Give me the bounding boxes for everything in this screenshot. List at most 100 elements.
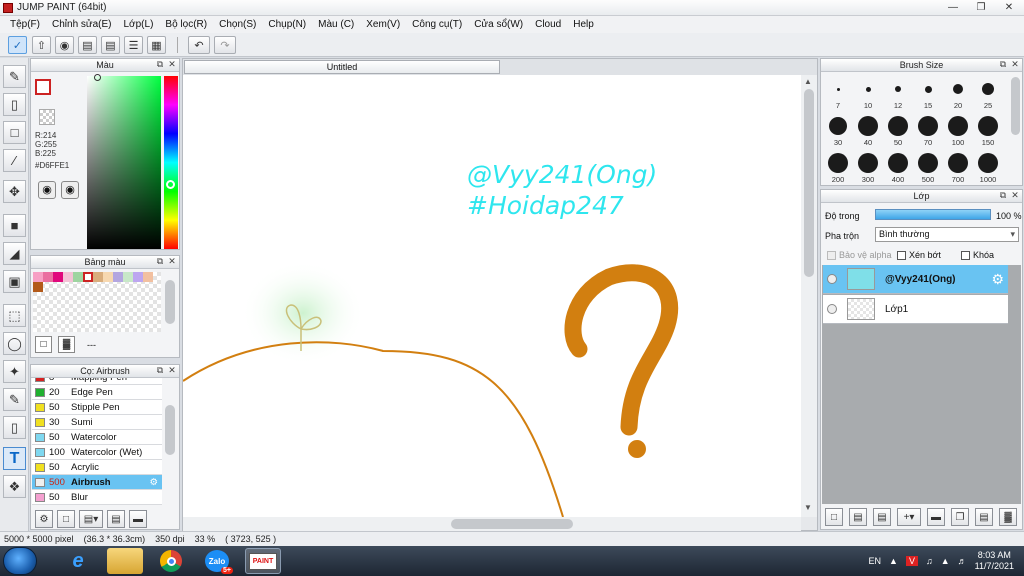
- menu-cloud[interactable]: Cloud: [529, 19, 567, 30]
- duplicate-layer-icon[interactable]: ❐: [951, 508, 969, 526]
- language-indicator[interactable]: EN: [869, 556, 882, 566]
- undo-icon[interactable]: ↶: [188, 36, 210, 54]
- network-icon[interactable]: ▲: [941, 556, 950, 566]
- palette-wheel-icon[interactable]: ◉: [38, 181, 56, 199]
- v-app-icon[interactable]: V: [905, 556, 918, 566]
- drawing-canvas[interactable]: @Vyy241(Ong) #Hoidap247: [183, 75, 801, 517]
- merge-layer-icon[interactable]: ▤: [975, 508, 993, 526]
- message-icon[interactable]: ▤: [78, 36, 97, 54]
- menu-help[interactable]: Help: [567, 19, 600, 30]
- menu-filter[interactable]: Bộ lọc(R): [159, 19, 213, 30]
- close-icon[interactable]: ✕: [167, 366, 177, 376]
- brush-size-option[interactable]: 15: [913, 77, 943, 110]
- palette-picker-icon[interactable]: ◉: [61, 181, 79, 199]
- clip-checkbox[interactable]: Xén bớt: [897, 250, 941, 260]
- menu-tools[interactable]: Công cụ(T): [406, 19, 468, 30]
- visibility-icon[interactable]: [827, 304, 837, 314]
- brush-size-option[interactable]: 50: [883, 114, 913, 147]
- palette-swatch[interactable]: [143, 272, 153, 282]
- brush-list-item[interactable]: 30 Sumi: [32, 415, 162, 430]
- folder-icon[interactable]: ▬: [927, 508, 945, 526]
- select-rect-tool-icon[interactable]: ⬚: [3, 304, 26, 327]
- brush-list-item[interactable]: 20 Edge Pen: [32, 385, 162, 400]
- brush-list-item[interactable]: 50 Blur: [32, 490, 162, 505]
- palette-swatch[interactable]: [113, 272, 123, 282]
- menu-color[interactable]: Màu (C): [312, 19, 360, 30]
- brush-size-option[interactable]: 25: [973, 77, 1003, 110]
- brush-settings-icon[interactable]: ⚙: [35, 510, 53, 528]
- volume-icon[interactable]: ♫: [926, 556, 933, 566]
- document-icon[interactable]: ▤: [101, 36, 120, 54]
- bucket-tool-icon[interactable]: ◢: [3, 242, 26, 265]
- brush-size-option[interactable]: 40: [853, 114, 883, 147]
- palette-swatch-grid[interactable]: [33, 272, 161, 332]
- saturation-value-field[interactable]: [87, 74, 161, 249]
- brush-size-option[interactable]: 400: [883, 151, 913, 184]
- undock-icon[interactable]: ⧉: [998, 60, 1008, 70]
- menu-file[interactable]: Tệp(F): [4, 19, 46, 30]
- tab-untitled[interactable]: Untitled: [184, 60, 500, 74]
- brush-size-option[interactable]: 200: [823, 151, 853, 184]
- undock-icon[interactable]: ⧉: [155, 366, 165, 376]
- select-pen-tool-icon[interactable]: ✎: [3, 388, 26, 411]
- text-tool-icon[interactable]: T: [3, 447, 26, 470]
- brush-list-item[interactable]: 8Mapping Pen: [32, 378, 162, 385]
- hue-slider[interactable]: [164, 76, 178, 249]
- brush-size-option[interactable]: 500: [913, 151, 943, 184]
- trash-icon[interactable]: ▓: [58, 336, 75, 353]
- clock[interactable]: 8:03 AM 11/7/2021: [975, 550, 1014, 572]
- brush-list-item[interactable]: 100 Watercolor (Wet): [32, 445, 162, 460]
- palette-swatch[interactable]: [133, 272, 143, 282]
- show-hidden-icons[interactable]: ▲: [889, 556, 898, 566]
- brush-size-option[interactable]: 30: [823, 114, 853, 147]
- close-icon[interactable]: ✕: [1010, 191, 1020, 201]
- menu-edit[interactable]: Chỉnh sửa(E): [46, 19, 118, 30]
- check-icon[interactable]: ✓: [8, 36, 27, 54]
- brush-size-option[interactable]: 150: [973, 114, 1003, 147]
- transparent-color-swatch[interactable]: [39, 109, 55, 125]
- copy-brush-icon[interactable]: ▤: [107, 510, 125, 528]
- grid-icon[interactable]: ▦: [147, 36, 166, 54]
- menu-window[interactable]: Cửa sổ(W): [468, 19, 529, 30]
- vertical-scrollbar[interactable]: ▲ ▼: [801, 75, 817, 517]
- palette-swatch[interactable]: [33, 272, 43, 282]
- list-icon[interactable]: ☰: [124, 36, 143, 54]
- close-icon[interactable]: ✕: [1010, 60, 1020, 70]
- brush-menu-icon[interactable]: ▤▾: [79, 510, 103, 528]
- folder-icon[interactable]: ▬: [129, 510, 147, 528]
- volume-icon[interactable]: ♬: [958, 556, 967, 566]
- new-layer-8bit-icon[interactable]: ▤: [849, 508, 867, 526]
- minimize-button[interactable]: —: [942, 1, 964, 14]
- brush-size-option[interactable]: 700: [943, 151, 973, 184]
- brush-size-option[interactable]: 100: [943, 114, 973, 147]
- menu-capture[interactable]: Chụp(N): [262, 19, 312, 30]
- zalo-icon[interactable]: Zalo 5+: [199, 548, 235, 574]
- lasso-tool-icon[interactable]: ◯: [3, 332, 26, 355]
- menu-select[interactable]: Chọn(S): [213, 19, 262, 30]
- blend-mode-select[interactable]: Bình thường ▾: [875, 227, 1019, 242]
- fill-rect-tool-icon[interactable]: ■: [3, 214, 26, 237]
- gradient-tool-icon[interactable]: ▣: [3, 270, 26, 293]
- brush-size-option[interactable]: 10: [853, 77, 883, 110]
- layer-row[interactable]: @Vyy241(Ong) ⚙: [823, 265, 1008, 294]
- undock-icon[interactable]: ⧉: [155, 60, 165, 70]
- new-layer-icon[interactable]: □: [825, 508, 843, 526]
- share-icon[interactable]: ⇧: [32, 36, 51, 54]
- brush-list-item[interactable]: 50 Stipple Pen: [32, 400, 162, 415]
- close-icon[interactable]: ✕: [167, 60, 177, 70]
- palette-swatch[interactable]: [93, 272, 103, 282]
- start-button[interactable]: [3, 547, 37, 575]
- opacity-slider[interactable]: [875, 209, 991, 220]
- chrome-icon[interactable]: [153, 548, 189, 574]
- palette-swatch[interactable]: [73, 272, 83, 282]
- move-tool-icon[interactable]: ✥: [3, 180, 26, 203]
- palette-swatch[interactable]: [103, 272, 113, 282]
- palette-swatch[interactable]: [83, 272, 93, 282]
- undock-icon[interactable]: ⧉: [998, 191, 1008, 201]
- line-tool-icon[interactable]: ∕: [3, 149, 26, 172]
- palette-swatch[interactable]: [53, 272, 63, 282]
- palette-swatch[interactable]: [63, 272, 73, 282]
- palette-swatch[interactable]: [123, 272, 133, 282]
- brush-size-option[interactable]: 20: [943, 77, 973, 110]
- select-eraser-tool-icon[interactable]: ▯: [3, 416, 26, 439]
